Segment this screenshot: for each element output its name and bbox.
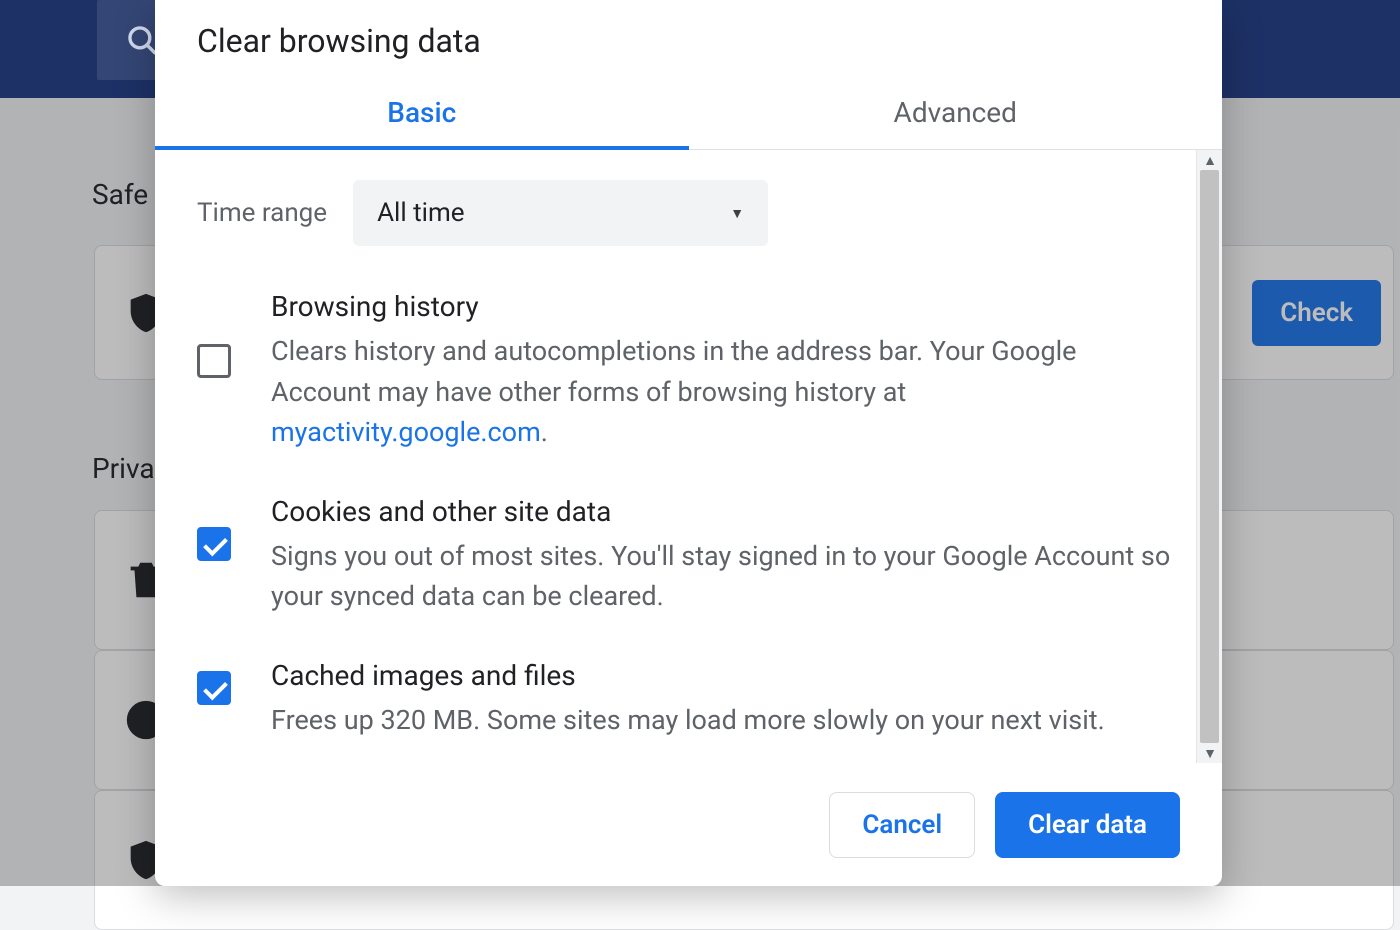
myactivity-link[interactable]: myactivity.google.com [271, 416, 541, 448]
option-title: Browsing history [271, 290, 1172, 323]
check-button[interactable]: Check [1252, 280, 1381, 346]
option-cached: Cached images and files Frees up 320 MB.… [197, 659, 1186, 741]
option-text: Cookies and other site data Signs you ou… [271, 495, 1172, 617]
clear-data-button[interactable]: Clear data [995, 792, 1180, 858]
scroll-up-icon[interactable]: ▲ [1197, 150, 1222, 170]
time-range-value: All time [377, 198, 464, 228]
option-text: Browsing history Clears history and auto… [271, 290, 1172, 453]
option-desc-after: . [541, 416, 548, 448]
check-button-label: Check [1280, 298, 1353, 328]
dialog-content: Time range All time ▼ Browsing history C… [155, 150, 1196, 763]
scrollbar[interactable]: ▲ ▼ [1196, 150, 1222, 763]
time-range-row: Time range All time ▼ [197, 180, 1186, 246]
cancel-button-label: Cancel [862, 810, 942, 840]
option-browsing-history: Browsing history Clears history and auto… [197, 290, 1186, 453]
time-range-dropdown[interactable]: All time ▼ [353, 180, 768, 246]
tab-advanced-label: Advanced [894, 96, 1017, 129]
clear-browsing-data-dialog: Clear browsing data Basic Advanced Time … [155, 0, 1222, 886]
option-description: Frees up 320 MB. Some sites may load mor… [271, 700, 1172, 741]
tab-basic[interactable]: Basic [155, 78, 689, 149]
option-description: Signs you out of most sites. You'll stay… [271, 536, 1172, 617]
checkbox-browsing-history[interactable] [197, 344, 231, 378]
option-cookies: Cookies and other site data Signs you ou… [197, 495, 1186, 617]
section-label-privacy: Priva [92, 452, 155, 485]
option-description: Clears history and autocompletions in th… [271, 331, 1172, 453]
checkbox-cached[interactable] [197, 671, 231, 705]
time-range-label: Time range [197, 198, 327, 228]
option-desc-before: Clears history and autocompletions in th… [271, 335, 1077, 408]
option-text: Cached images and files Frees up 320 MB.… [271, 659, 1172, 741]
option-title: Cookies and other site data [271, 495, 1172, 528]
chevron-down-icon: ▼ [730, 205, 744, 222]
tab-basic-label: Basic [387, 96, 456, 129]
checkbox-cookies[interactable] [197, 527, 231, 561]
option-title: Cached images and files [271, 659, 1172, 692]
scroll-thumb[interactable] [1200, 170, 1219, 743]
scroll-down-icon[interactable]: ▼ [1197, 743, 1222, 763]
tab-advanced[interactable]: Advanced [689, 78, 1223, 149]
dialog-title: Clear browsing data [155, 0, 1222, 78]
dialog-tabs: Basic Advanced [155, 78, 1222, 150]
clear-data-button-label: Clear data [1028, 810, 1147, 840]
dialog-body: Time range All time ▼ Browsing history C… [155, 150, 1222, 763]
section-label-safety: Safe [92, 178, 148, 211]
dialog-footer: Cancel Clear data [155, 763, 1222, 886]
cancel-button[interactable]: Cancel [829, 792, 975, 858]
search-icon [125, 23, 159, 57]
